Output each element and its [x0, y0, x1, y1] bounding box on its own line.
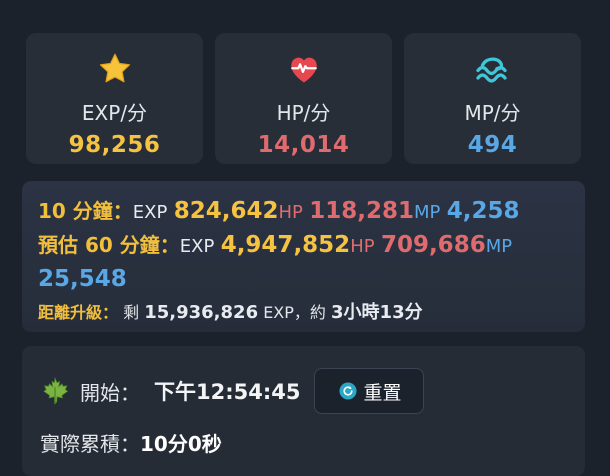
reset-label: 重置 [363, 381, 402, 404]
elapsed-row: 實際累積：10分0秒 [40, 428, 567, 457]
sixty-minute-mp: 25,548 [38, 266, 127, 292]
stat-label: MP/分 [464, 101, 521, 125]
mp-per-minute-card: MP/分 494 [404, 33, 581, 164]
stat-value: 494 [467, 132, 518, 158]
stat-value: 14,014 [257, 132, 350, 158]
level-up-row: 距離升級： 剩 15,936,826 EXP，約 3小時13分 [38, 298, 569, 328]
level-up-label: 距離升級： [38, 303, 119, 322]
stat-cards: EXP/分 98,256 HP/分 14,014 MP/分 494 [26, 33, 581, 164]
ten-minute-mp: 4,258 [446, 198, 520, 224]
stat-label: HP/分 [276, 101, 331, 125]
start-label: 開始： [80, 380, 140, 405]
remain-prefix: 剩 [123, 303, 140, 322]
timer-panel: 開始： 下午12:54:45 重置 實際累積：10分0秒 [22, 346, 585, 476]
mp-tag: MP [485, 236, 513, 257]
stat-value: 98,256 [68, 132, 161, 158]
exp-tag: EXP [179, 236, 215, 257]
hp-per-minute-card: HP/分 14,014 [215, 33, 392, 164]
elapsed-value: 10分0秒 [140, 432, 222, 456]
sixty-minute-exp: 4,947,852 [220, 232, 351, 258]
maple-leaf-icon [43, 376, 69, 405]
stat-label: EXP/分 [81, 101, 148, 125]
ten-minute-label: 10 分鐘： [38, 199, 133, 223]
mp-tag: MP [414, 202, 441, 223]
ten-minute-hp: 118,281 [309, 198, 414, 224]
exp-per-minute-card: EXP/分 98,256 [26, 33, 203, 164]
sixty-minute-hp: 709,686 [380, 232, 486, 258]
refresh-icon [339, 382, 358, 400]
hp-tag: HP [350, 236, 375, 257]
exp-tag: EXP [132, 202, 168, 223]
sixty-minute-row: 預估 60 分鐘：EXP 4,947,852HP 709,686MP 25,54… [38, 229, 569, 296]
sixty-minute-label: 預估 60 分鐘： [38, 233, 180, 257]
heart-pulse-icon [290, 57, 317, 83]
ten-minute-exp: 824,642 [173, 198, 279, 224]
hp-tag: HP [278, 202, 303, 223]
remain-exp: 15,936,826 [144, 302, 259, 323]
start-time: 下午12:54:45 [154, 380, 301, 404]
exp-suffix: EXP，約 [263, 303, 326, 322]
ten-minute-row: 10 分鐘：EXP 824,642HP 118,281MP 4,258 [38, 195, 569, 229]
water-wave-icon [475, 57, 507, 83]
start-row: 開始： 下午12:54:45 重置 [40, 368, 567, 414]
projection-summary: 10 分鐘：EXP 824,642HP 118,281MP 4,258 預估 6… [22, 181, 585, 332]
star-icon [99, 53, 130, 83]
reset-button[interactable]: 重置 [314, 368, 425, 414]
elapsed-label: 實際累積： [40, 432, 140, 456]
level-up-eta: 3小時13分 [331, 302, 423, 323]
